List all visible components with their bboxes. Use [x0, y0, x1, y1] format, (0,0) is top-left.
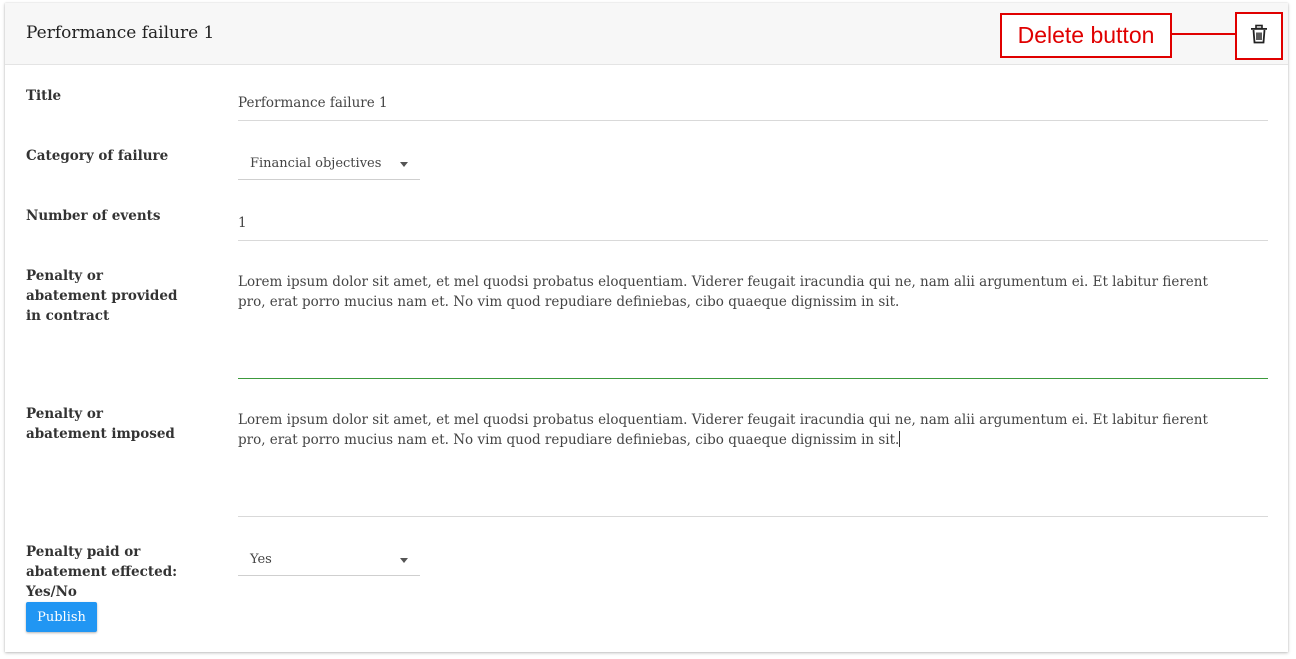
- annotation-connector: [1172, 33, 1236, 35]
- delete-button[interactable]: [1235, 12, 1283, 60]
- penalty-paid-select-value: Yes: [250, 552, 272, 567]
- events-label: Number of events: [26, 208, 161, 224]
- caret-down-icon: [400, 162, 408, 167]
- caret-down-icon: [400, 558, 408, 563]
- trash-icon: [1249, 24, 1269, 48]
- publish-button[interactable]: Publish: [26, 602, 97, 632]
- penalty-paid-select[interactable]: Yes: [238, 546, 420, 576]
- title-input[interactable]: Performance failure 1: [238, 95, 388, 111]
- penalty-imposed-label: Penalty or abatement imposed: [26, 406, 175, 442]
- events-input-underline: [238, 240, 1268, 241]
- penalty-imposed-textarea[interactable]: Lorem ipsum dolor sit amet, et mel quods…: [238, 410, 1238, 450]
- title-label: Title: [26, 88, 62, 104]
- penalty-contract-label: Penalty or abatement provided in contrac…: [26, 268, 178, 324]
- category-select-value: Financial objectives: [250, 156, 382, 171]
- category-select[interactable]: Financial objectives: [238, 150, 420, 180]
- events-input[interactable]: 1: [238, 215, 247, 231]
- performance-failure-card: Performance failure 1 Delete button Titl…: [5, 3, 1288, 652]
- delete-button-annotation: Delete button: [1000, 13, 1172, 58]
- penalty-imposed-underline: [238, 516, 1268, 517]
- penalty-paid-label: Penalty paid or abatement effected: Yes/…: [26, 544, 178, 600]
- card-title: Performance failure 1: [26, 23, 215, 43]
- title-input-underline: [238, 120, 1268, 121]
- text-cursor: [899, 431, 901, 447]
- category-label: Category of failure: [26, 148, 169, 164]
- penalty-contract-underline: [238, 378, 1268, 379]
- penalty-imposed-text: Lorem ipsum dolor sit amet, et mel quods…: [238, 412, 1208, 448]
- penalty-contract-textarea[interactable]: Lorem ipsum dolor sit amet, et mel quods…: [238, 272, 1238, 312]
